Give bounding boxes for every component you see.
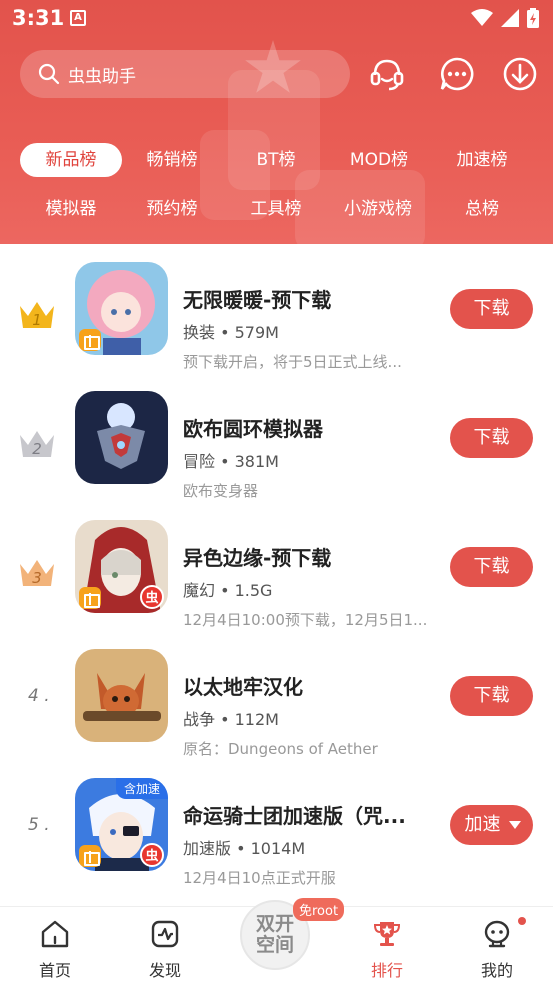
tab-overall[interactable]: 总榜 [446, 192, 518, 226]
nav-home[interactable]: 首页 [10, 907, 100, 985]
list-item[interactable]: 4 . 以太地牢汉化 战争 • 112M 原名：Dungeons of Aeth… [0, 649, 553, 778]
message-icon[interactable] [438, 55, 476, 93]
tab-emulator[interactable]: 模拟器 [28, 192, 114, 226]
chongchong-badge: 虫 [140, 585, 164, 609]
customer-service-icon[interactable] [368, 55, 406, 93]
tab-mod[interactable]: MOD榜 [336, 143, 422, 177]
wifi-icon [471, 9, 493, 26]
dual-space-line2: 空间 [255, 934, 294, 956]
svg-text:2: 2 [32, 440, 42, 458]
download-button[interactable]: 下载 [450, 289, 533, 329]
discover-icon [151, 920, 179, 948]
signal-icon [501, 9, 519, 27]
status-bar: 3:31 A [0, 0, 553, 38]
app-icon-art [75, 391, 168, 484]
list-item[interactable]: 2 欧布圆环模拟器 冒险 • 381M 欧布变身器 下载 [0, 391, 553, 520]
app-icon[interactable] [75, 391, 168, 484]
download-button[interactable]: 下载 [450, 547, 533, 587]
download-icon[interactable] [501, 55, 539, 93]
search-bar[interactable]: 虫虫助手 [20, 50, 350, 98]
app-icon[interactable]: 含加速 虫 [75, 778, 168, 871]
tab-accelerate[interactable]: 加速榜 [440, 143, 524, 177]
search-input[interactable]: 虫虫助手 [68, 62, 136, 87]
nav-home-label: 首页 [38, 961, 71, 980]
gold-crown-icon: 1 [20, 302, 54, 329]
caret-down-icon [509, 821, 521, 829]
app-icon[interactable] [75, 649, 168, 742]
notification-dot [518, 917, 526, 925]
silver-crown-icon: 2 [20, 431, 54, 458]
app-meta: 加速版 • 1014M [183, 839, 306, 858]
app-title: 异色边缘-预下载 [183, 546, 332, 570]
app-meta: 魔幻 • 1.5G [183, 581, 273, 600]
accelerate-button[interactable]: 加速 [450, 805, 533, 845]
svg-text:1: 1 [32, 311, 42, 329]
list-item[interactable]: 3 虫 异色边缘-预下载 魔幻 • 1.5G 12月4日10:00预下载，12月… [0, 520, 553, 649]
tab-bestseller[interactable]: 畅销榜 [130, 143, 214, 177]
svg-text:3: 3 [32, 569, 42, 587]
app-desc: 原名：Dungeons of Aether [183, 740, 378, 758]
tab-bt[interactable]: BT榜 [236, 143, 316, 177]
app-desc: 12月4日10点正式开服 [183, 869, 336, 887]
nav-mine-label: 我的 [480, 961, 513, 980]
tab-tools[interactable]: 工具榜 [234, 192, 318, 226]
gift-badge-icon [79, 329, 101, 351]
tab-new[interactable]: 新品榜 [20, 143, 122, 177]
download-button[interactable]: 下载 [450, 418, 533, 458]
list-item[interactable]: 5 . 含加速 虫 命运骑士团加速版（咒... 加速版 • 1014M 12月4… [0, 778, 553, 907]
nav-rank-label: 排行 [370, 961, 403, 980]
profile-icon [484, 920, 510, 948]
tabs-row-2: 模拟器 预约榜 工具榜 小游戏榜 总榜 [0, 192, 553, 232]
nav-rank[interactable]: 排行 [342, 907, 432, 985]
nav-discover[interactable]: 发现 [120, 907, 210, 985]
app-desc: 欧布变身器 [183, 482, 259, 500]
status-icons [471, 8, 539, 28]
app-meta: 冒险 • 381M [183, 452, 279, 471]
app-title: 以太地牢汉化 [183, 675, 303, 699]
accelerate-button-label: 加速 [464, 814, 501, 835]
bottom-nav: 首页 发现 双开 空间 免root 排行 我的 [0, 898, 553, 985]
header: 3:31 A 虫虫助手 新品榜 畅销榜 BT榜 MOD榜 加速榜 模拟器 预约榜… [0, 0, 553, 244]
app-title: 命运骑士团加速版（咒... [183, 804, 406, 828]
status-time: 3:31 [12, 6, 65, 30]
chongchong-badge: 虫 [140, 843, 164, 867]
gift-badge-icon [79, 845, 101, 867]
accelerate-tag: 含加速 [115, 778, 168, 799]
list-item[interactable]: 1 无限暖暖-预下载 换装 • 579M 预下载开启，将于5日正式上线... 下… [0, 262, 553, 391]
dual-space-label: 双开 空间 [242, 914, 308, 956]
rank-number: 4 . [28, 686, 50, 706]
gift-badge-icon [79, 587, 101, 609]
notification-app-icon: A [70, 10, 86, 26]
bronze-crown-icon: 3 [20, 560, 54, 587]
app-title: 无限暖暖-预下载 [183, 288, 332, 312]
nav-mine[interactable]: 我的 [452, 907, 542, 985]
download-button[interactable]: 下载 [450, 676, 533, 716]
search-icon [38, 63, 60, 85]
tab-minigame[interactable]: 小游戏榜 [332, 192, 424, 226]
tab-reserve[interactable]: 预约榜 [130, 192, 214, 226]
root-free-tag: 免root [293, 898, 345, 921]
tabs-row-1: 新品榜 畅销榜 BT榜 MOD榜 加速榜 [0, 143, 553, 183]
app-icon[interactable] [75, 262, 168, 355]
nav-discover-label: 发现 [148, 961, 181, 980]
app-title: 欧布圆环模拟器 [183, 417, 323, 441]
rank-number: 5 . [28, 815, 50, 835]
app-desc: 12月4日10:00预下载，12月5日1... [183, 611, 428, 629]
trophy-icon [373, 922, 401, 946]
app-meta: 战争 • 112M [183, 710, 279, 729]
app-meta: 换装 • 579M [183, 323, 279, 342]
battery-icon [527, 8, 539, 28]
app-desc: 预下载开启，将于5日正式上线... [183, 353, 402, 371]
app-icon-art [75, 649, 168, 742]
home-icon [41, 920, 69, 948]
app-icon[interactable]: 虫 [75, 520, 168, 613]
